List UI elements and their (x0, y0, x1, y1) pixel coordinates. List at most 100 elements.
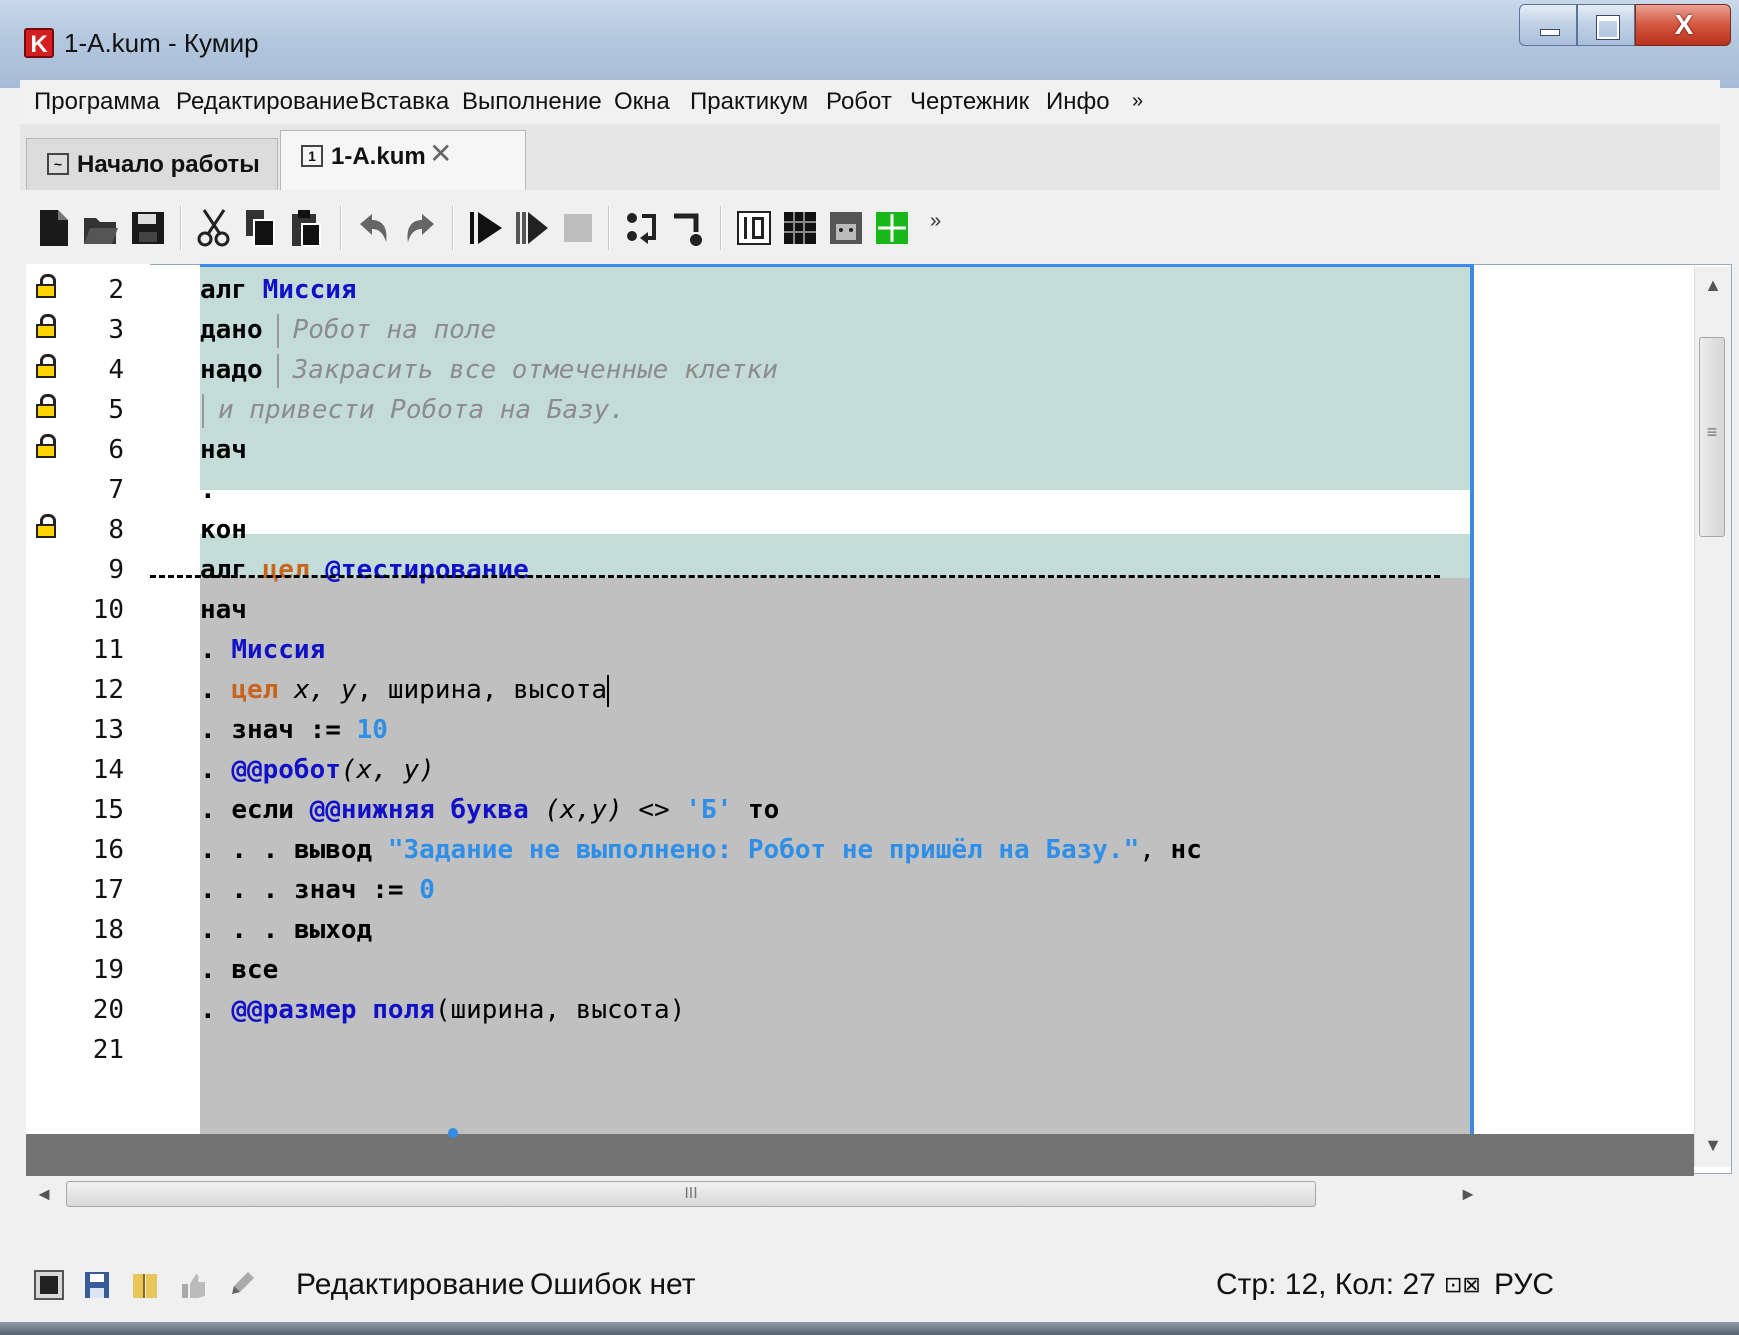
hidden-section-separator (150, 575, 1440, 578)
cut-icon[interactable] (196, 208, 232, 248)
horizontal-scrollbar[interactable]: ◄ III ► (26, 1176, 1694, 1212)
stop-icon[interactable] (560, 208, 596, 248)
menu-windows[interactable]: Окна (614, 88, 670, 116)
menu-program[interactable]: Программа (34, 88, 160, 116)
new-file-icon[interactable] (36, 208, 72, 248)
line-number: 16 (92, 835, 124, 865)
variables-icon[interactable] (736, 208, 772, 248)
line-number: 20 (92, 995, 124, 1025)
scroll-down-icon[interactable]: ▼ (1695, 1127, 1731, 1163)
step-in-icon[interactable] (624, 208, 660, 248)
save-icon[interactable] (130, 208, 166, 248)
code-line-5: и привести Робота на Базу. (200, 388, 625, 432)
code-line-19: . все (200, 955, 279, 985)
vertical-scroll-thumb[interactable]: ≡ (1699, 337, 1725, 537)
robot-remote-icon[interactable] (828, 208, 864, 248)
open-folder-icon[interactable] (82, 208, 118, 248)
kumir-app-icon[interactable]: K (24, 28, 54, 58)
margin-notes-pane (1474, 267, 1694, 1134)
close-icon: X (1674, 9, 1694, 40)
margin-line-top (200, 264, 1474, 267)
minimize-button[interactable] (1519, 4, 1577, 46)
line-number: 13 (92, 715, 124, 745)
close-window-button[interactable]: X (1635, 4, 1731, 46)
tab-close-icon[interactable]: ✕ (429, 137, 452, 170)
text-caret (607, 674, 610, 707)
code-editor[interactable]: алг Миссия дано Робот на поле надо Закраси… (200, 264, 1470, 1134)
line-number: 7 (108, 475, 124, 505)
line-number: 12 (92, 675, 124, 705)
code-line-12: . цел x, y, ширина, высота (200, 674, 610, 707)
minimize-icon (1540, 29, 1560, 36)
undo-icon[interactable] (356, 208, 392, 248)
line-number: 19 (92, 955, 124, 985)
robot-field-icon[interactable] (782, 208, 818, 248)
run-icon[interactable] (468, 208, 504, 248)
code-line-15: . если @@нижняя буква (x,y) <> 'Б' то (200, 795, 780, 825)
line-number: 21 (92, 1035, 124, 1065)
toolbar-separator (608, 206, 610, 250)
maximize-icon (1596, 15, 1620, 40)
keyboard-language[interactable]: РУС (1494, 1268, 1554, 1302)
line-number: 8 (108, 515, 124, 545)
drawer-icon[interactable] (874, 208, 910, 248)
menu-robot[interactable]: Робот (826, 88, 892, 116)
menu-drawer[interactable]: Чертежник (910, 88, 1029, 116)
thumb-icon (182, 1274, 205, 1298)
menu-edit[interactable]: Редактирование (176, 88, 359, 116)
redo-icon[interactable] (402, 208, 438, 248)
menu-insert[interactable]: Вставка (360, 88, 449, 116)
toolbar-separator (720, 206, 722, 250)
save-status-icon (85, 1272, 109, 1298)
pencil-icon (232, 1272, 254, 1294)
copy-icon[interactable] (242, 208, 278, 248)
title-bar[interactable]: K 1-A.kum - Кумир X (0, 0, 1739, 88)
toolbar-more-chevron-icon[interactable]: » (930, 210, 966, 250)
line-number: 15 (92, 795, 124, 825)
toolbar-separator (180, 206, 182, 250)
line-number: 14 (92, 755, 124, 785)
code-line-3: дано Робот на поле (200, 308, 496, 352)
line-number: 6 (108, 435, 124, 465)
horizontal-scroll-thumb[interactable]: III (66, 1181, 1316, 1207)
code-line-13: . знач := 10 (200, 715, 388, 745)
paste-icon[interactable] (288, 208, 324, 248)
tab-bar: ~ Начало работы 1 1-A.kum ✕ (20, 124, 1720, 191)
taskbar-edge (0, 1322, 1739, 1335)
code-line-18: . . . выход (200, 915, 373, 945)
toolbar-separator (452, 206, 454, 250)
step-out-icon[interactable] (670, 208, 706, 248)
code-line-14: . @@робот(x, y) (200, 755, 435, 785)
line-number: 9 (108, 555, 124, 585)
tab-label: 1-A.kum (331, 143, 426, 170)
grip-icon: ≡ (1706, 422, 1718, 442)
toolbar-separator (340, 206, 342, 250)
line-number: 2 (108, 275, 124, 305)
menu-run[interactable]: Выполнение (462, 88, 602, 116)
menu-info[interactable]: Инфо (1046, 88, 1110, 116)
scroll-left-icon[interactable]: ◄ (26, 1176, 62, 1212)
menu-practicum[interactable]: Практикум (690, 88, 808, 116)
line-number: 17 (92, 875, 124, 905)
vertical-scrollbar[interactable]: ▲ ≡ ▼ (1694, 267, 1731, 1167)
console-toggle-icon[interactable] (34, 1270, 64, 1300)
tab-start-page[interactable]: ~ Начало работы (26, 138, 278, 190)
menu-bar: Программа Редактирование Вставка Выполне… (20, 80, 1720, 124)
window-title: 1-A.kum - Кумир (64, 28, 259, 58)
console-panel-splitter[interactable] (26, 1134, 1694, 1176)
step-icon[interactable] (514, 208, 550, 248)
editable-zone[interactable] (200, 490, 1470, 534)
grip-icon: III (684, 1185, 698, 1202)
code-line-8: кон (200, 515, 247, 545)
line-number: 3 (108, 315, 124, 345)
code-line-20: . @@размер поля(ширина, высота) (200, 995, 686, 1025)
code-line-16: . . . вывод "Задание не выполнено: Робот… (200, 835, 1202, 865)
maximize-button[interactable] (1577, 4, 1635, 46)
window-controls: X (1519, 4, 1731, 48)
code-line-7[interactable]: . (200, 468, 216, 512)
menu-more-chevron-icon[interactable]: » (1132, 90, 1143, 113)
tab-file-1-a[interactable]: 1 1-A.kum ✕ (280, 130, 526, 191)
wave-icon: ~ (47, 153, 69, 175)
scroll-right-icon[interactable]: ► (1450, 1176, 1486, 1212)
scroll-up-icon[interactable]: ▲ (1695, 267, 1731, 303)
